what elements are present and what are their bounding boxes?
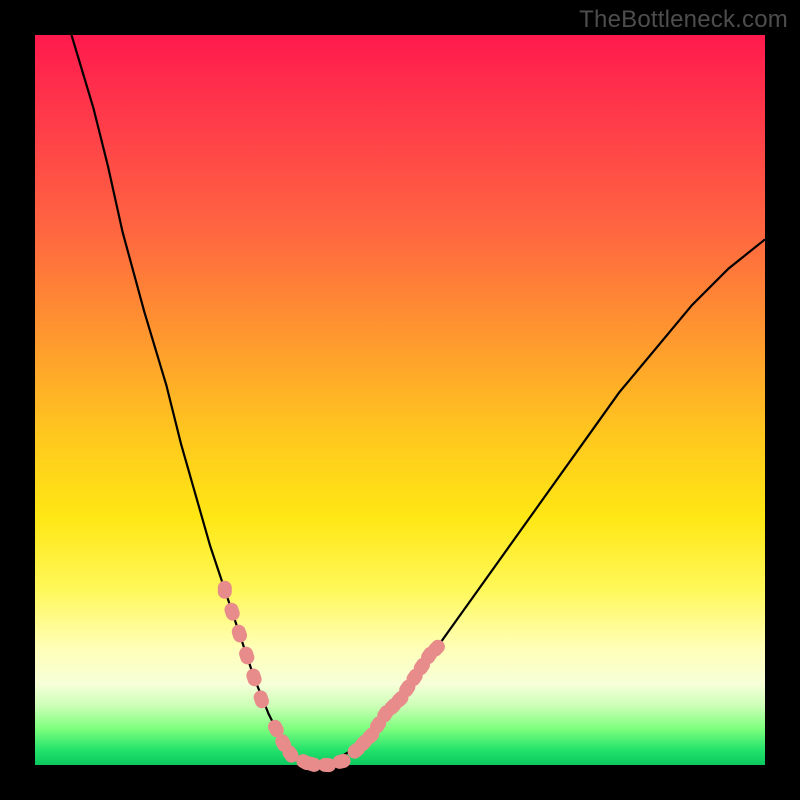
chart-frame: TheBottleneck.com — [0, 0, 800, 800]
bottleneck-curve — [72, 35, 766, 765]
plot-area — [35, 35, 765, 765]
marker-dot — [223, 601, 242, 622]
watermark-text: TheBottleneck.com — [579, 6, 788, 34]
marker-dot — [218, 581, 232, 599]
marker-group — [218, 581, 448, 774]
marker-dot — [230, 623, 249, 644]
curve-group — [72, 35, 766, 765]
marker-dot — [252, 689, 271, 710]
marker-dot — [245, 667, 264, 688]
marker-dot — [237, 645, 256, 666]
bottleneck-curve-svg — [35, 35, 765, 765]
